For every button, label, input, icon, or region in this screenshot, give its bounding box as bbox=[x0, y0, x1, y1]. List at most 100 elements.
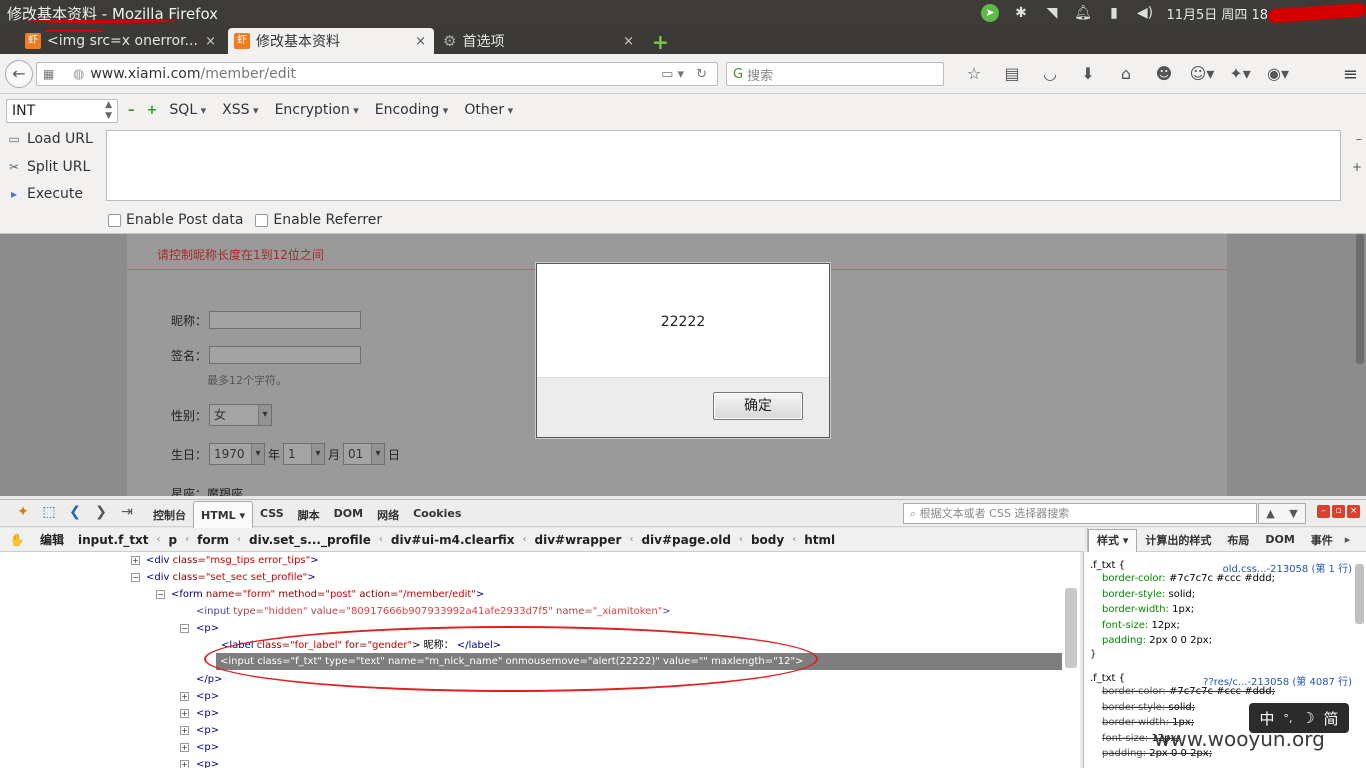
breadcrumb-item[interactable]: p bbox=[169, 533, 178, 547]
enable-referrer-checkbox[interactable]: Enable Referrer bbox=[255, 212, 382, 228]
checkbox-box[interactable] bbox=[108, 213, 121, 227]
load-url-button[interactable]: ▭ Load URL bbox=[6, 131, 92, 147]
menu-sql[interactable]: SQL bbox=[169, 102, 206, 118]
tab-preferences[interactable]: ⚙ 首选项 × bbox=[438, 28, 642, 54]
expand-icon[interactable]: + bbox=[180, 743, 189, 752]
breadcrumb-item[interactable]: body bbox=[751, 533, 784, 547]
close-icon[interactable]: × bbox=[1347, 505, 1360, 518]
tab-side-dom[interactable]: DOM bbox=[1257, 533, 1302, 546]
ime-mode[interactable]: 简 bbox=[1324, 708, 1339, 729]
year-select[interactable]: 1970 bbox=[209, 443, 266, 465]
breadcrumb-item[interactable]: html bbox=[804, 533, 835, 547]
battery-icon[interactable]: ▮ bbox=[1098, 0, 1129, 26]
tab-dom[interactable]: DOM bbox=[327, 500, 370, 528]
tree-node-form[interactable]: <form name="form" method="post" action="… bbox=[171, 586, 484, 603]
back-icon[interactable]: ❮ bbox=[62, 504, 88, 520]
close-tab-icon[interactable]: × bbox=[623, 34, 634, 49]
ime-language[interactable]: 中 bbox=[1259, 708, 1274, 729]
increase-button[interactable]: + bbox=[147, 103, 158, 118]
breadcrumb-item[interactable]: form bbox=[197, 533, 229, 547]
inspect-icon[interactable]: ⬚ bbox=[36, 504, 62, 520]
tree-node-p[interactable]: <p> bbox=[196, 756, 219, 768]
url-bar[interactable]: ▦ ◍ www.xiami.com/member/edit ▭▾ ↻ bbox=[36, 62, 718, 86]
tab-computed[interactable]: 计算出的样式 bbox=[1137, 532, 1219, 548]
addon-icon[interactable]: ◉▾ bbox=[1259, 64, 1297, 83]
tab-edit-profile[interactable]: 虾 修改基本资料 × bbox=[228, 28, 434, 54]
wifi-icon[interactable]: ◥ bbox=[1036, 0, 1067, 26]
chevron-down-icon[interactable]: ▼ bbox=[1282, 504, 1305, 523]
grow-textarea-button[interactable]: + bbox=[1352, 160, 1362, 174]
reader-reload-icons[interactable]: ▭▾ ↻ bbox=[661, 67, 711, 82]
tree-node-msg-tips[interactable]: <div class="msg_tips error_tips"> bbox=[146, 552, 319, 569]
css-property[interactable]: font-size: 12px; bbox=[1090, 618, 1352, 634]
search-engine-icon[interactable]: G bbox=[733, 67, 743, 82]
breadcrumb-item[interactable]: div#ui-m4.clearfix bbox=[391, 533, 515, 547]
tab-console[interactable]: 控制台 bbox=[146, 500, 193, 528]
css-property[interactable]: border-style: solid; bbox=[1090, 587, 1352, 603]
pin-icon[interactable]: ✋ bbox=[6, 533, 28, 547]
gender-select[interactable]: 女 bbox=[209, 404, 273, 426]
moon-icon[interactable]: ☽ bbox=[1301, 709, 1314, 727]
close-tab-icon[interactable]: × bbox=[415, 34, 426, 49]
collapse-icon[interactable]: − bbox=[156, 590, 165, 599]
home-icon[interactable]: ⌂ bbox=[1107, 64, 1145, 83]
back-button[interactable]: ← bbox=[5, 60, 33, 88]
globe-icon[interactable]: ◍ bbox=[73, 67, 84, 82]
tab-styles[interactable]: 样式 ▾ bbox=[1088, 528, 1138, 553]
execute-button[interactable]: ▸ Execute bbox=[6, 186, 83, 202]
menu-xss[interactable]: XSS bbox=[222, 102, 258, 118]
detach-icon[interactable]: ▫ bbox=[1332, 505, 1345, 518]
bookmark-star-icon[interactable]: ☆ bbox=[955, 64, 993, 83]
tab-events[interactable]: 事件 bbox=[1303, 532, 1341, 548]
signature-input[interactable] bbox=[209, 346, 362, 364]
chevron-right-icon[interactable]: ▸ bbox=[1345, 533, 1351, 546]
ime-punctuation[interactable]: °, bbox=[1283, 712, 1292, 725]
hamburger-menu-icon[interactable]: ≡ bbox=[1343, 64, 1358, 85]
tab-html[interactable]: HTML ▾ bbox=[193, 501, 254, 528]
download-icon[interactable]: ⬇ bbox=[1069, 64, 1107, 83]
day-select[interactable]: 01 bbox=[343, 443, 386, 465]
spinner-arrows-icon[interactable]: ▲ ▼ bbox=[105, 100, 112, 122]
tab-script[interactable]: 脚本 bbox=[291, 500, 327, 528]
tree-node-set-profile[interactable]: <div class="set_sec set_profile"> bbox=[146, 569, 316, 586]
expand-icon[interactable]: + bbox=[180, 692, 189, 701]
volume-icon[interactable]: ◀︎) bbox=[1129, 0, 1160, 26]
forward-icon[interactable]: ❯ bbox=[88, 504, 114, 520]
firebug-icon[interactable]: ✦▾ bbox=[1221, 64, 1259, 83]
css-property[interactable]: border-width: 1px; bbox=[1090, 602, 1352, 618]
menu-other[interactable]: Other bbox=[464, 102, 513, 118]
search-input[interactable]: 搜索 bbox=[747, 65, 773, 84]
bell-icon[interactable]: 🔔︎ bbox=[1067, 0, 1098, 26]
pocket-icon[interactable]: ◡ bbox=[1031, 64, 1069, 83]
enable-post-checkbox[interactable]: Enable Post data bbox=[108, 212, 243, 228]
css-selector[interactable]: .f_txt { bbox=[1090, 560, 1125, 571]
breadcrumb-item[interactable]: div#page.old bbox=[641, 533, 731, 547]
type-select[interactable]: INT ▲ ▼ bbox=[6, 99, 118, 123]
hackbar-url-textarea[interactable] bbox=[106, 130, 1341, 201]
chevron-up-icon[interactable]: ▲ bbox=[1259, 504, 1282, 523]
collapse-icon[interactable]: − bbox=[131, 573, 140, 582]
breadcrumb-item[interactable]: input.f_txt bbox=[78, 533, 149, 547]
tree-node-p[interactable]: <p> bbox=[196, 739, 219, 756]
css-source-link[interactable]: old.css...-213058 (第 1 行) bbox=[1223, 560, 1352, 575]
expand-icon[interactable]: + bbox=[180, 726, 189, 735]
css-source-link[interactable]: ??res/c...-213058 (第 4087 行) bbox=[1203, 673, 1352, 688]
split-url-button[interactable]: ✂ Split URL bbox=[6, 159, 90, 175]
menu-encoding[interactable]: Encoding bbox=[375, 102, 449, 118]
bluetooth-icon[interactable]: ✱ bbox=[1005, 0, 1036, 26]
minimize-icon[interactable]: – bbox=[1317, 505, 1330, 518]
scrollbar-thumb[interactable] bbox=[1356, 234, 1364, 364]
nickname-input[interactable] bbox=[209, 311, 362, 329]
command-line-icon[interactable]: ⇥ bbox=[114, 504, 140, 520]
shrink-textarea-button[interactable]: – bbox=[1356, 132, 1362, 146]
css-property[interactable]: padding: 2px 0 0 2px; bbox=[1090, 633, 1352, 649]
checkbox-box[interactable] bbox=[255, 213, 269, 227]
search-bar[interactable]: G 搜索 bbox=[726, 62, 944, 86]
decrease-button[interactable]: – bbox=[128, 103, 135, 118]
expand-icon[interactable]: + bbox=[131, 556, 140, 565]
styles-scrollbar[interactable] bbox=[1355, 564, 1364, 624]
css-selector[interactable]: .f_txt { bbox=[1090, 673, 1125, 684]
tree-node-hidden-input[interactable]: <input type="hidden" value="80917666b907… bbox=[196, 603, 671, 620]
expand-icon[interactable]: + bbox=[180, 709, 189, 718]
page-scrollbar[interactable] bbox=[1354, 234, 1366, 496]
